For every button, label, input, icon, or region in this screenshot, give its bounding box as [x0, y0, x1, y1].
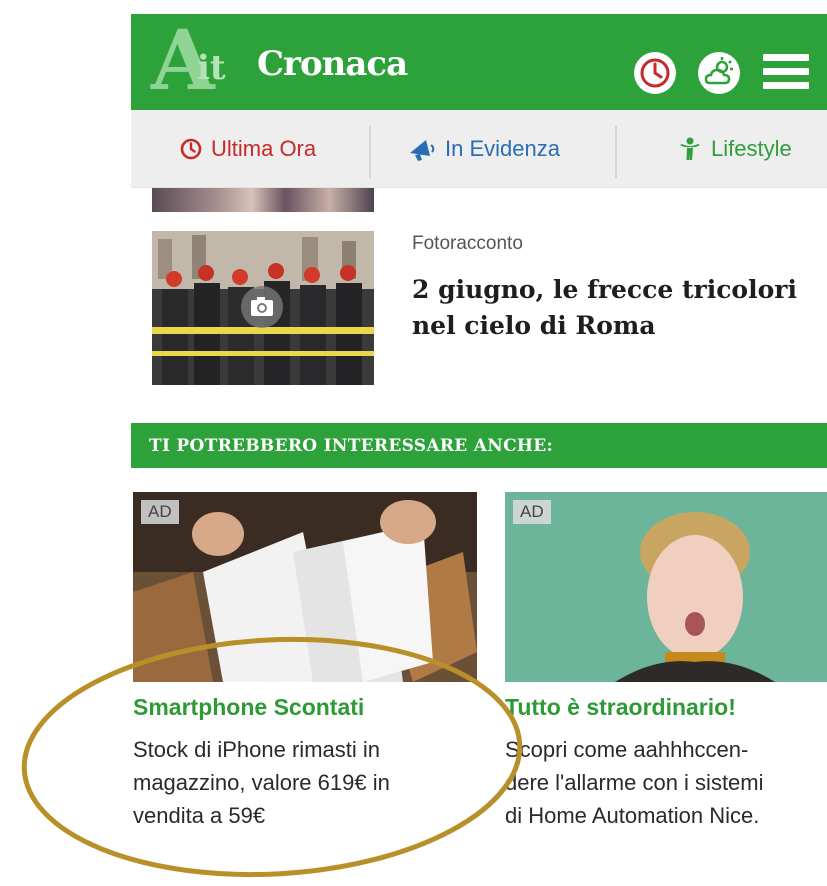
- tab-label: Lifestyle: [711, 136, 792, 161]
- tab-in-evidenza[interactable]: In Evidenza: [407, 110, 560, 188]
- clock-button[interactable]: [634, 52, 676, 94]
- ad-description-line: vendita a 59€: [133, 803, 266, 828]
- ad-image-home-automation[interactable]: AD: [505, 492, 827, 682]
- tab-divider: [369, 126, 371, 178]
- person-icon: [680, 137, 700, 160]
- iphone-boxes-photo: [133, 492, 477, 682]
- camera-icon: [240, 285, 284, 334]
- clock-icon: [180, 138, 202, 160]
- ad-badge: AD: [513, 500, 551, 524]
- weather-button[interactable]: [698, 52, 740, 94]
- related-section-title: TI POTREBBERO INTERESSARE ANCHE:: [149, 436, 554, 456]
- app-header: A it Cronaca: [131, 14, 827, 110]
- ad-description[interactable]: Stock di iPhone rimasti in magazzino, va…: [133, 733, 483, 832]
- ad-description-line: Scopri come aahhhccen-: [505, 737, 749, 762]
- ad-title[interactable]: Tutto è straordinario!: [505, 694, 736, 721]
- menu-icon[interactable]: [763, 54, 809, 94]
- megaphone-icon: [410, 140, 435, 161]
- ad-description-line: magazzino, valore 619€ in: [133, 770, 390, 795]
- tab-lifestyle[interactable]: Lifestyle: [677, 110, 792, 188]
- related-section-header: TI POTREBBERO INTERESSARE ANCHE:: [131, 423, 827, 468]
- section-tabs: Ultima Ora In Evidenza Lifestyle: [131, 110, 827, 188]
- article-thumbnail[interactable]: [152, 231, 374, 385]
- ad-description[interactable]: Scopri come aahhhccen- dere l'allarme co…: [505, 733, 827, 832]
- ad-description-line: dere l'allarme con i sistemi: [505, 770, 764, 795]
- ad-description-line: Stock di iPhone rimasti in: [133, 737, 380, 762]
- weather-icon: [704, 57, 733, 85]
- logo-it[interactable]: it: [197, 48, 226, 88]
- article-headline[interactable]: 2 giugno, le frecce tricolori nel cielo …: [412, 272, 812, 344]
- surprised-man-photo: [505, 492, 827, 682]
- tab-divider: [615, 126, 617, 178]
- ad-badge: AD: [141, 500, 179, 524]
- clock-icon: [640, 58, 670, 88]
- tab-label: Ultima Ora: [211, 136, 317, 161]
- ad-image-smartphones[interactable]: AD: [133, 492, 477, 682]
- tab-label: In Evidenza: [445, 136, 560, 161]
- tab-ultima-ora[interactable]: Ultima Ora: [179, 110, 316, 188]
- ad-description-line: di Home Automation Nice.: [505, 803, 760, 828]
- previous-article-image[interactable]: [152, 188, 374, 212]
- section-title[interactable]: Cronaca: [257, 44, 408, 84]
- article-kicker[interactable]: Fotoracconto: [412, 233, 523, 255]
- ad-title[interactable]: Smartphone Scontati: [133, 694, 364, 721]
